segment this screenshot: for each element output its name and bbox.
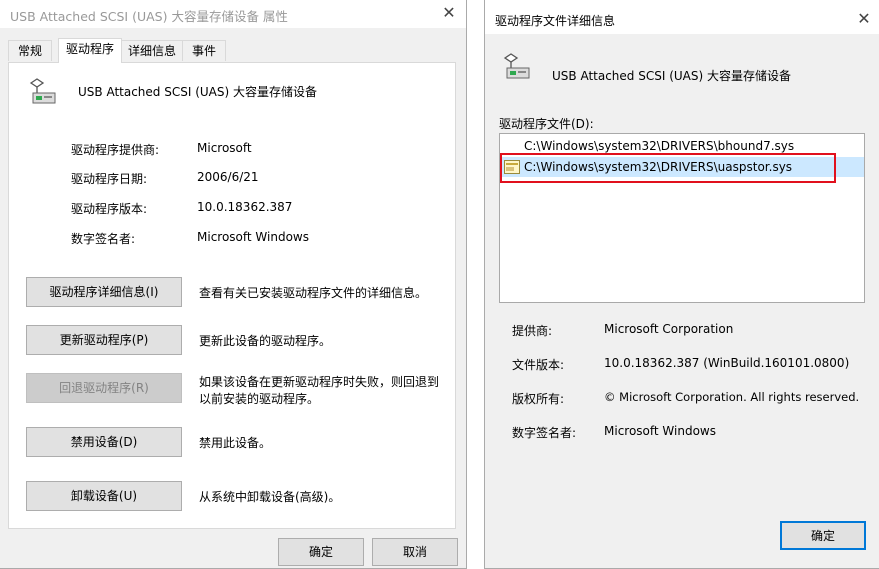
provider-label: 提供商: (512, 324, 553, 338)
version-label: 驱动程序版本: (71, 202, 148, 216)
driver-details-button[interactable]: 驱动程序详细信息(I) (26, 277, 182, 307)
ok-button[interactable]: 确定 (278, 538, 364, 566)
signer-label: 数字签名者: (71, 232, 136, 246)
usb-drive-icon (503, 53, 530, 79)
tab-general[interactable]: 常规 (8, 40, 52, 61)
usb-drive-icon (29, 78, 56, 104)
version-value: 10.0.18362.387 (197, 200, 293, 214)
signer-value: Microsoft Windows (604, 424, 716, 438)
title-bar: USB Attached SCSI (UAS) 大容量存储设备 属性 ✕ (0, 0, 466, 28)
disable-device-desc: 禁用此设备。 (199, 436, 272, 450)
driver-tab-panel: USB Attached SCSI (UAS) 大容量存储设备 驱动程序提供商:… (8, 62, 456, 529)
update-driver-desc: 更新此设备的驱动程序。 (199, 334, 332, 348)
ok-button[interactable]: 确定 (780, 521, 866, 550)
tab-driver[interactable]: 驱动程序 (58, 38, 122, 63)
close-icon[interactable]: ✕ (438, 3, 460, 23)
tab-details[interactable]: 详细信息 (120, 40, 184, 61)
device-name: USB Attached SCSI (UAS) 大容量存储设备 (552, 69, 791, 83)
driver-file-details-dialog: 驱动程序文件详细信息 ✕ USB Attached SCSI (UAS) 大容量… (484, 0, 879, 569)
title-bar: 驱动程序文件详细信息 ✕ (485, 0, 879, 34)
close-icon[interactable]: ✕ (853, 9, 875, 29)
device-properties-dialog: USB Attached SCSI (UAS) 大容量存储设备 属性 ✕ 常规 … (0, 0, 467, 569)
signer-value: Microsoft Windows (197, 230, 309, 244)
file-version-label: 文件版本: (512, 358, 565, 372)
provider-value: Microsoft Corporation (604, 322, 734, 336)
device-name: USB Attached SCSI (UAS) 大容量存储设备 (78, 85, 317, 99)
file-version-value: 10.0.18362.387 (WinBuild.160101.0800) (604, 356, 850, 370)
provider-label: 驱动程序提供商: (71, 143, 160, 157)
copyright-value: © Microsoft Corporation. All rights rese… (604, 390, 860, 404)
uninstall-device-button[interactable]: 卸载设备(U) (26, 481, 182, 511)
tab-events[interactable]: 事件 (182, 40, 226, 61)
rollback-driver-desc: 如果该设备在更新驱动程序时失败，则回退到以前安装的驱动程序。 (199, 375, 440, 406)
cancel-button[interactable]: 取消 (372, 538, 458, 566)
uninstall-device-desc: 从系统中卸载设备(高级)。 (199, 490, 341, 504)
provider-value: Microsoft (197, 141, 252, 155)
date-label: 驱动程序日期: (71, 172, 148, 186)
highlight-box (500, 153, 836, 183)
files-label: 驱动程序文件(D): (499, 117, 594, 131)
driver-details-desc: 查看有关已安装驱动程序文件的详细信息。 (199, 286, 428, 300)
update-driver-button[interactable]: 更新驱动程序(P) (26, 325, 182, 355)
rollback-driver-button[interactable]: 回退驱动程序(R) (26, 373, 182, 403)
disable-device-button[interactable]: 禁用设备(D) (26, 427, 182, 457)
copyright-label: 版权所有: (512, 392, 565, 406)
window-title: USB Attached SCSI (UAS) 大容量存储设备 属性 (10, 9, 288, 24)
date-value: 2006/6/21 (197, 170, 259, 184)
signer-label: 数字签名者: (512, 426, 577, 440)
window-title: 驱动程序文件详细信息 (495, 14, 616, 28)
